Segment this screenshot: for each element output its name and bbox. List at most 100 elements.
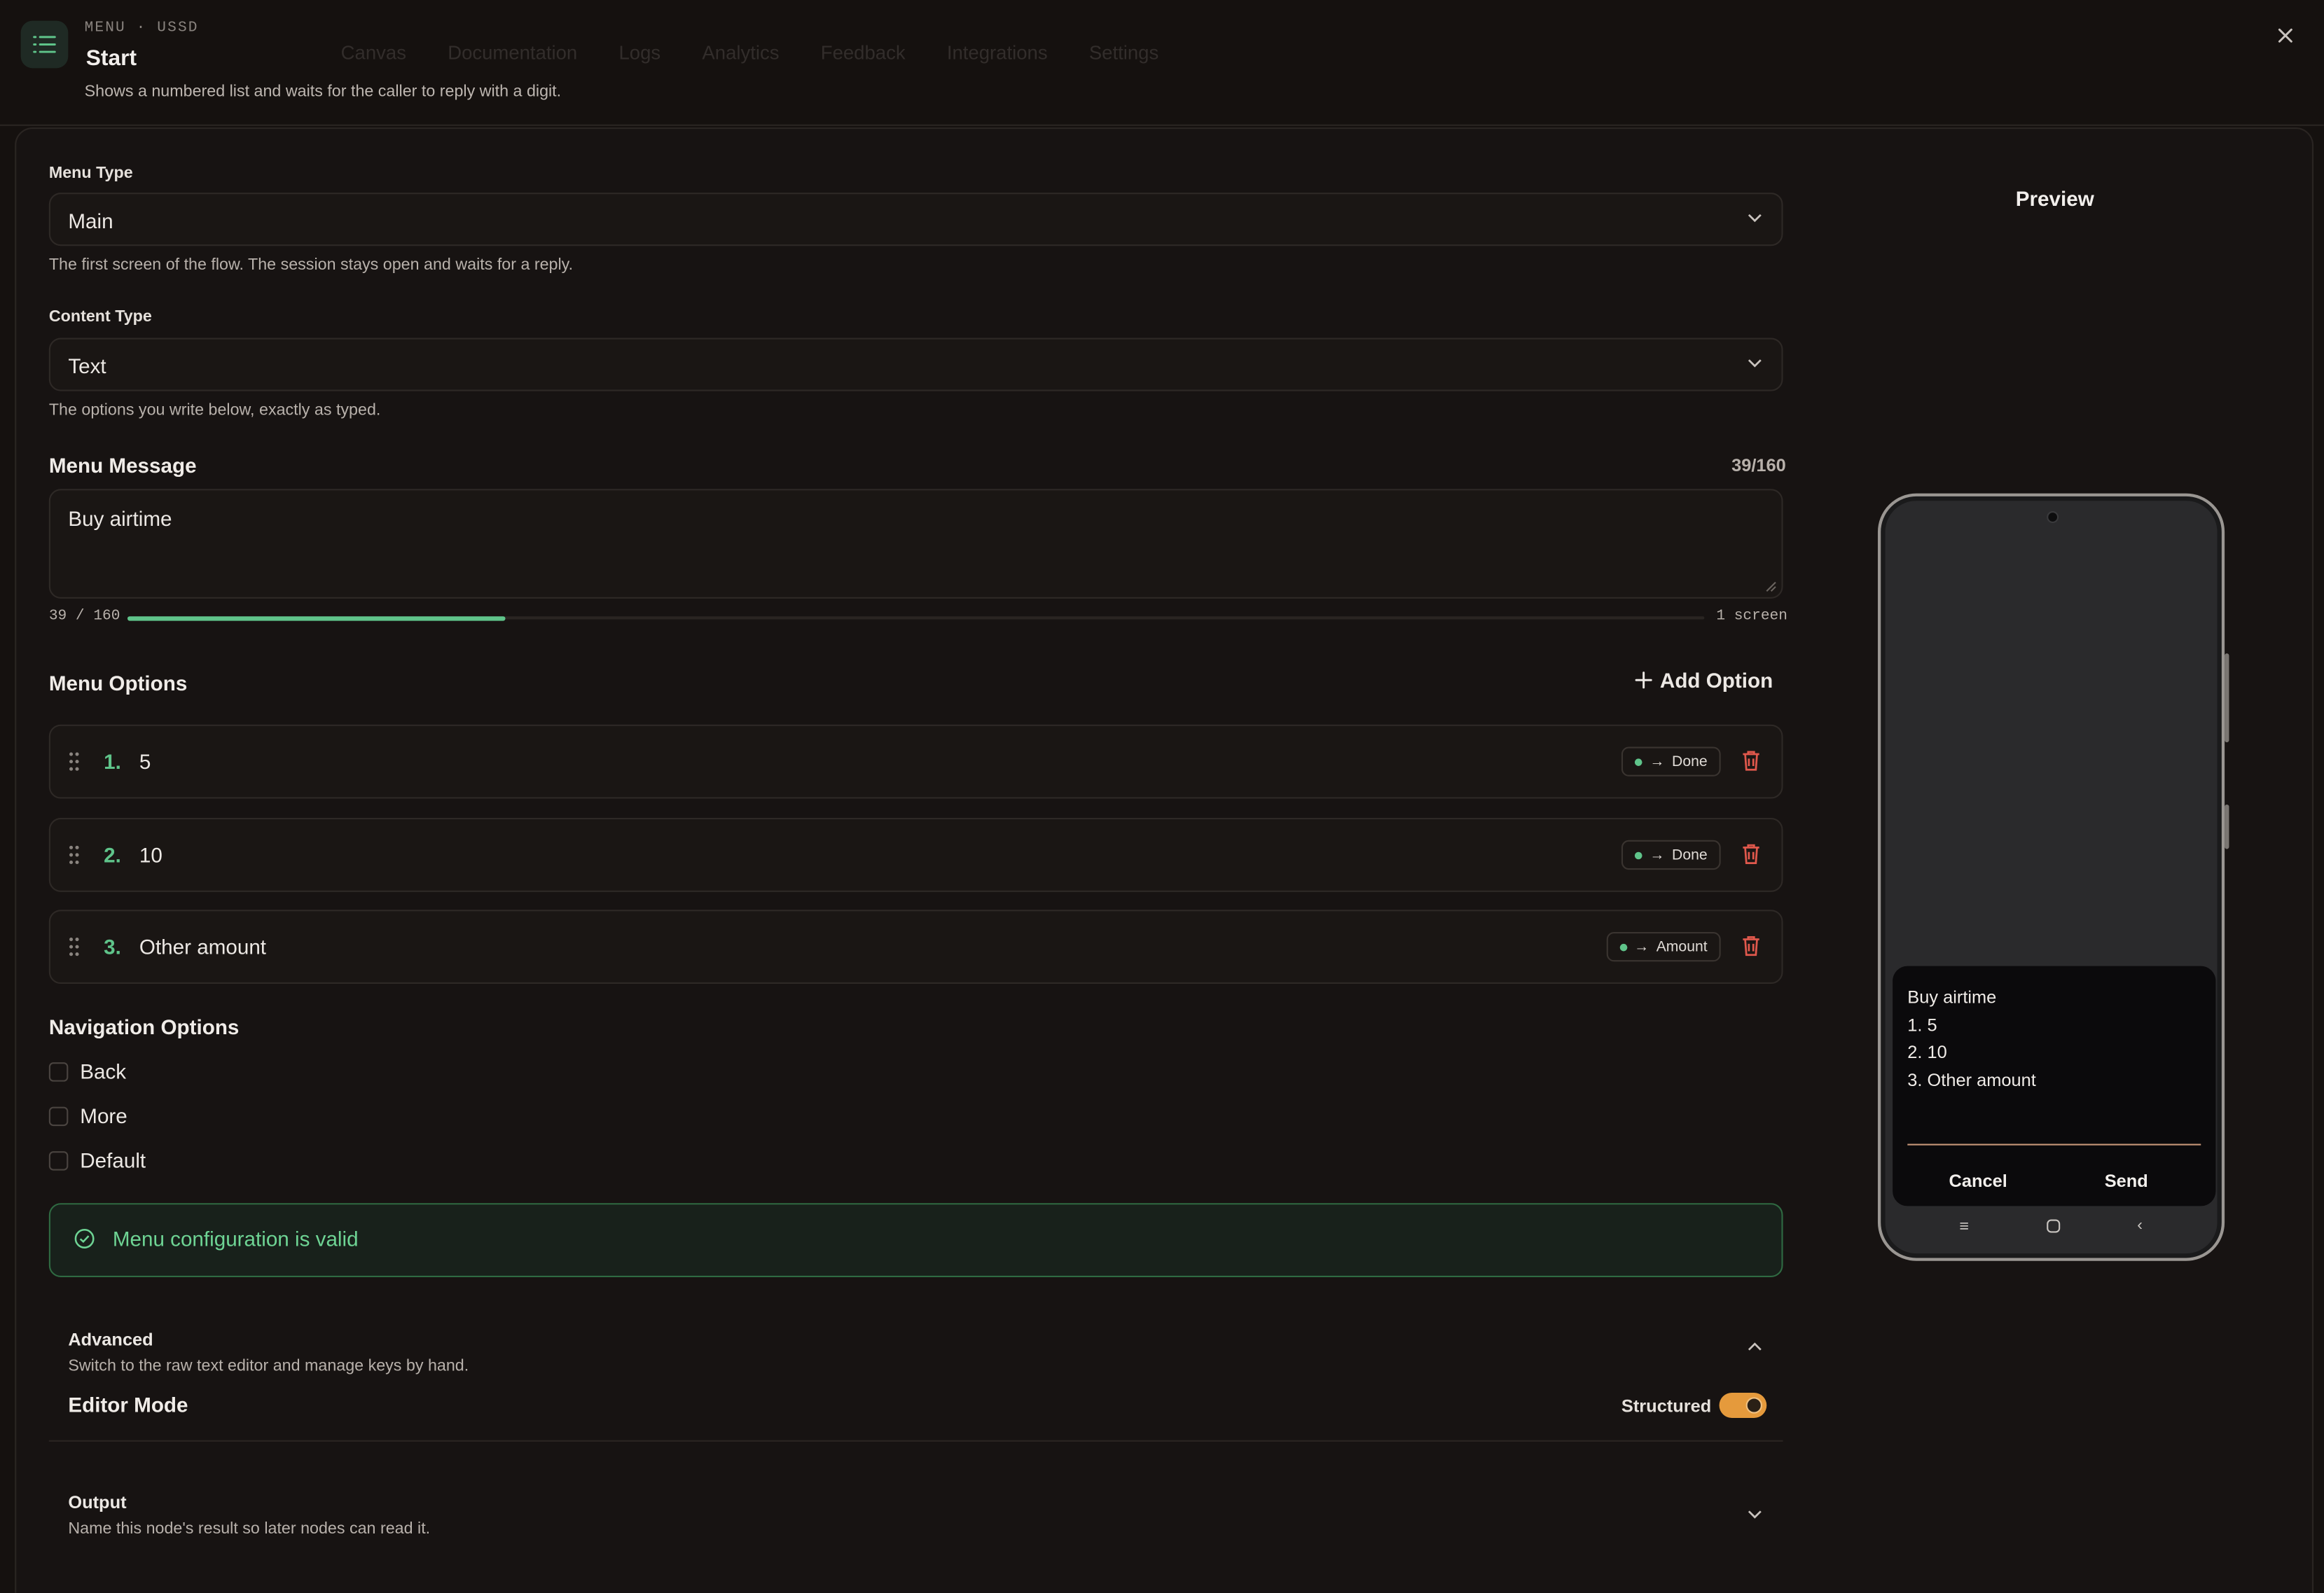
option-label-input[interactable]: Other amount bbox=[139, 935, 266, 959]
status-dot-icon bbox=[1619, 942, 1627, 951]
drag-handle-icon[interactable] bbox=[68, 751, 80, 772]
close-icon bbox=[2278, 28, 2292, 43]
chevron-down-icon bbox=[1748, 214, 1762, 223]
usage-count: 39 / 160 bbox=[48, 608, 120, 625]
output-section-subtitle: Name this node's result so later nodes c… bbox=[68, 1520, 431, 1538]
option-target-tag[interactable]: → Done bbox=[1621, 746, 1721, 777]
advanced-section-title[interactable]: Advanced bbox=[68, 1329, 153, 1350]
output-section-title[interactable]: Output bbox=[68, 1492, 126, 1513]
menu-type-label: Menu Type bbox=[48, 164, 133, 183]
plus-icon bbox=[1635, 672, 1652, 689]
editor-mode-toggle[interactable] bbox=[1719, 1393, 1767, 1419]
node-type-eyebrow: MENU · USSD bbox=[84, 20, 199, 37]
arrow-right-icon: → bbox=[1649, 753, 1665, 770]
node-title: Start bbox=[85, 46, 137, 71]
menu-message-value: Buy airtime bbox=[68, 506, 172, 531]
menu-option-row: 3. Other amount → Amount bbox=[48, 910, 1783, 985]
editor-mode-value: Structured bbox=[1621, 1396, 1712, 1417]
menu-options-label: Menu Options bbox=[48, 671, 188, 695]
advanced-section-subtitle: Switch to the raw text editor and manage… bbox=[68, 1357, 469, 1375]
menu-type-hint: The first screen of the flow. The sessio… bbox=[48, 256, 574, 274]
preview-title: Preview bbox=[2015, 186, 2094, 211]
char-counter: 39/160 bbox=[1731, 454, 1786, 476]
trash-icon[interactable] bbox=[1741, 935, 1761, 957]
editor-panel: Menu Type Main The first screen of the f… bbox=[15, 127, 2314, 1593]
chevron-down-icon[interactable] bbox=[1746, 1505, 1764, 1523]
nav-option-label: More bbox=[80, 1104, 127, 1128]
arrow-right-icon: → bbox=[1633, 938, 1649, 955]
nav-option-label: Back bbox=[80, 1059, 127, 1083]
option-target-label: Amount bbox=[1656, 938, 1708, 955]
nav-option-back[interactable]: Back bbox=[48, 1059, 127, 1083]
usage-progress-fill bbox=[127, 616, 506, 621]
ussd-reply-input[interactable] bbox=[1907, 1143, 2201, 1146]
list-icon bbox=[20, 20, 69, 69]
back-icon[interactable]: ‹ bbox=[2137, 1216, 2143, 1234]
add-option-button[interactable]: Add Option bbox=[1635, 668, 1773, 692]
option-target-tag[interactable]: → Amount bbox=[1605, 931, 1721, 962]
phone-nav-bar: ≡ ‹ bbox=[1881, 1216, 2222, 1241]
option-number: 2. bbox=[104, 843, 121, 867]
validation-banner: Menu configuration is valid bbox=[48, 1203, 1783, 1277]
trash-icon[interactable] bbox=[1741, 750, 1761, 772]
ussd-line: Buy airtime bbox=[1907, 987, 1997, 1008]
option-number: 3. bbox=[104, 935, 121, 959]
content-type-label: Content Type bbox=[48, 308, 152, 326]
status-dot-icon bbox=[1635, 758, 1642, 765]
ussd-dialog-text: Buy airtime 1. 5 2. 10 3. Other amount bbox=[1907, 984, 2035, 1094]
chevron-down-icon bbox=[1748, 359, 1762, 368]
ussd-line: 2. 10 bbox=[1907, 1041, 1947, 1063]
menu-option-row: 1. 5 → Done bbox=[48, 724, 1783, 799]
ussd-dialog: Buy airtime 1. 5 2. 10 3. Other amount C… bbox=[1893, 966, 2216, 1206]
arrow-right-icon: → bbox=[1649, 847, 1665, 863]
nav-option-label: Default bbox=[80, 1148, 146, 1172]
section-divider bbox=[48, 1440, 1783, 1442]
option-label-input[interactable]: 10 bbox=[139, 843, 162, 867]
editor-mode-label: Editor Mode bbox=[68, 1393, 188, 1417]
nav-option-default[interactable]: Default bbox=[48, 1148, 146, 1172]
usage-progress-bar bbox=[127, 616, 1705, 621]
resize-handle-icon[interactable] bbox=[1765, 580, 1777, 592]
content-type-select[interactable]: Text bbox=[48, 338, 1783, 391]
phone-side-button bbox=[2225, 804, 2229, 849]
menu-type-select[interactable]: Main bbox=[48, 193, 1783, 246]
content-type-hint: The options you write below, exactly as … bbox=[48, 401, 381, 419]
ussd-line: 1. 5 bbox=[1907, 1014, 1937, 1036]
menu-option-row: 2. 10 → Done bbox=[48, 818, 1783, 892]
navigation-options-label: Navigation Options bbox=[48, 1015, 240, 1039]
option-label-input[interactable]: 5 bbox=[139, 750, 151, 774]
ussd-send-button[interactable]: Send bbox=[2105, 1171, 2148, 1192]
checkbox[interactable] bbox=[48, 1106, 69, 1126]
menu-message-textarea[interactable]: Buy airtime bbox=[48, 489, 1783, 599]
drag-handle-icon[interactable] bbox=[68, 936, 80, 957]
chevron-up-icon[interactable] bbox=[1746, 1338, 1764, 1356]
status-dot-icon bbox=[1635, 851, 1642, 859]
menu-icon[interactable]: ≡ bbox=[1959, 1218, 1969, 1235]
menu-message-label: Menu Message bbox=[48, 453, 197, 478]
check-circle-icon bbox=[74, 1229, 95, 1248]
content-type-value: Text bbox=[68, 354, 106, 378]
nav-option-more[interactable]: More bbox=[48, 1104, 127, 1128]
ussd-line: 3. Other amount bbox=[1907, 1069, 2036, 1090]
ussd-cancel-button[interactable]: Cancel bbox=[1949, 1171, 2007, 1192]
screen-count: 1 screen bbox=[1716, 608, 1787, 625]
option-number: 1. bbox=[104, 749, 121, 774]
option-target-tag[interactable]: → Done bbox=[1621, 840, 1721, 870]
toggle-knob bbox=[1745, 1397, 1762, 1414]
close-button[interactable] bbox=[2274, 27, 2297, 50]
home-icon[interactable] bbox=[2047, 1219, 2061, 1233]
modal-header: MENU · USSD Start Shows a numbered list … bbox=[0, 0, 2324, 126]
option-target-label: Done bbox=[1672, 847, 1708, 863]
node-description: Shows a numbered list and waits for the … bbox=[84, 83, 562, 101]
trash-icon[interactable] bbox=[1741, 843, 1761, 865]
phone-side-button bbox=[2225, 653, 2229, 743]
camera-icon bbox=[2047, 511, 2059, 523]
menu-type-value: Main bbox=[68, 209, 113, 233]
checkbox[interactable] bbox=[48, 1062, 69, 1081]
node-editor-modal: Canvas Documentation Logs Analytics Feed… bbox=[0, 0, 2324, 1593]
drag-handle-icon[interactable] bbox=[68, 844, 80, 865]
validation-message: Menu configuration is valid bbox=[112, 1227, 359, 1251]
add-option-label: Add Option bbox=[1659, 668, 1773, 693]
option-target-label: Done bbox=[1672, 753, 1708, 770]
checkbox[interactable] bbox=[48, 1150, 69, 1170]
